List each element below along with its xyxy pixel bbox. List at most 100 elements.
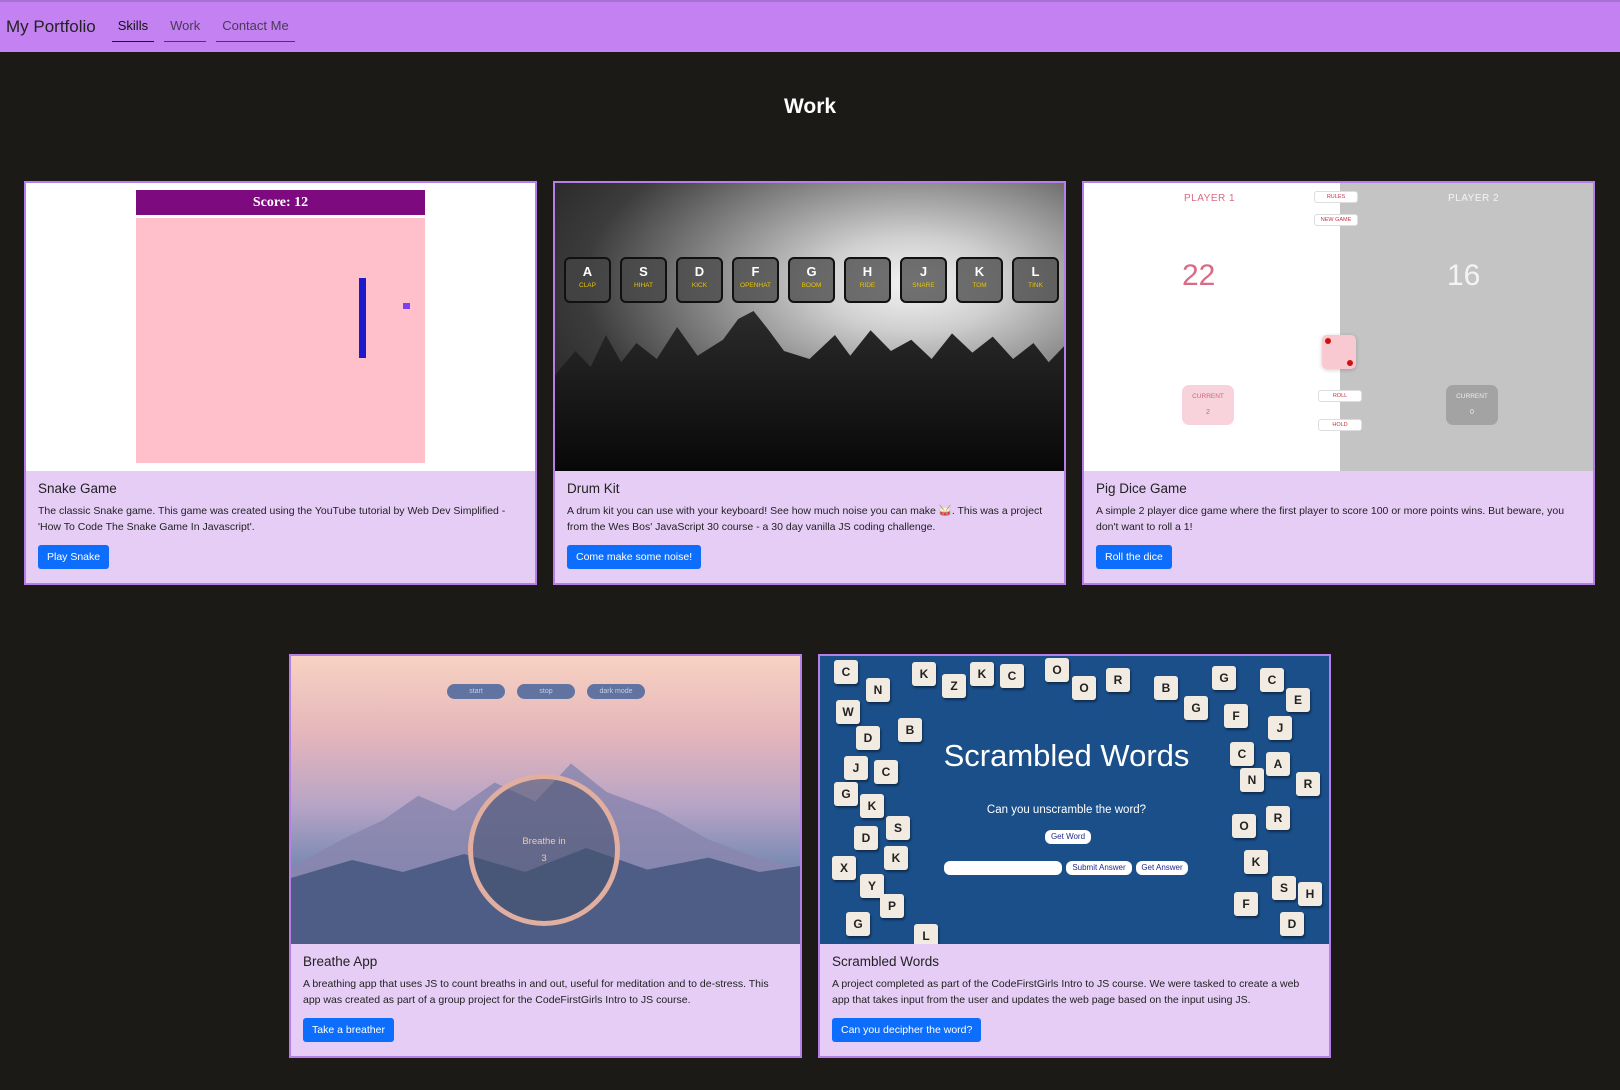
letter-tile: B: [1154, 676, 1178, 700]
player2-label: PLAYER 2: [1448, 193, 1500, 204]
drum-key: A CLAP: [564, 257, 611, 303]
decipher-word-button[interactable]: Can you decipher the word?: [832, 1018, 982, 1042]
player1-score: 22: [1182, 259, 1216, 292]
breathe-circle: Breathe in 3: [468, 774, 620, 926]
roll-button: ROLL: [1318, 390, 1362, 402]
play-snake-button[interactable]: Play Snake: [38, 545, 110, 569]
letter-tile: K: [912, 662, 936, 686]
snake-preview-image: Score: 12: [26, 183, 535, 471]
die: [1322, 335, 1356, 369]
card-title: Breathe App: [303, 954, 378, 969]
drum-kit-button[interactable]: Come make some noise!: [567, 545, 702, 569]
hold-button: HOLD: [1318, 419, 1362, 431]
rules-button: RULES: [1314, 191, 1358, 203]
card-text: The classic Snake game. This game was cr…: [38, 505, 506, 533]
card-title: Pig Dice Game: [1096, 481, 1187, 496]
brand-link[interactable]: My Portfolio: [6, 17, 96, 37]
letter-tile: C: [1260, 668, 1284, 692]
drum-key: S HIHAT: [620, 257, 667, 303]
letter-tile: G: [1184, 696, 1208, 720]
project-card-pig-dice: PLAYER 1 22 CURRENT 2 PLAYER 2 16 CURREN…: [1082, 181, 1595, 585]
letter-tile: K: [884, 846, 908, 870]
letter-tile: D: [1280, 912, 1304, 936]
letter-tile: C: [834, 660, 858, 684]
section-title: Work: [783, 95, 837, 118]
card-text: A simple 2 player dice game where the fi…: [1096, 505, 1565, 533]
project-card-snake: Score: 12 Snake Game The classic Snake g…: [24, 181, 537, 585]
player2-score: 16: [1447, 259, 1481, 292]
player2-panel: PLAYER 2 16 CURRENT 0: [1340, 183, 1593, 471]
letter-tile: O: [1045, 658, 1069, 682]
dark-mode-button: dark mode: [587, 684, 645, 699]
navbar: My Portfolio Skills Work Contact Me: [0, 0, 1620, 52]
letter-tile: G: [846, 912, 870, 936]
get-answer-button: Get Answer: [1136, 861, 1188, 875]
letter-tile: C: [1000, 664, 1024, 688]
player1-panel: PLAYER 1 22 CURRENT 2: [1084, 183, 1340, 471]
drum-key: D KICK: [676, 257, 723, 303]
letter-tile: J: [1268, 716, 1292, 740]
drum-kit-preview-image: A CLAP S HIHAT D KICK F OPENHAT G BOOM H RIDE …: [555, 183, 1064, 471]
letter-tile: N: [866, 678, 890, 702]
card-title: Scrambled Words: [832, 954, 940, 969]
letter-tile: X: [832, 856, 856, 880]
letter-tile: R: [1106, 668, 1130, 692]
drum-key: L TINK: [1012, 257, 1059, 303]
project-card-scrambled-words: C N K Z K C O O R B G C E W D B G F J J …: [818, 654, 1331, 1058]
snake-score: Score: 12: [136, 190, 425, 215]
letter-tile: F: [1224, 704, 1248, 728]
scrambled-words-preview-image: C N K Z K C O O R B G C E W D B G F J J …: [820, 656, 1329, 944]
card-text: A project completed as part of the CodeF…: [832, 978, 1300, 1006]
letter-tile: S: [886, 816, 910, 840]
new-game-button: NEW GAME: [1314, 214, 1358, 226]
card-title: Snake Game: [38, 481, 117, 496]
player1-current: CURRENT 2: [1182, 385, 1234, 425]
letter-tile: K: [1244, 850, 1268, 874]
scrambled-question: Can you unscramble the word?: [986, 804, 1147, 816]
snake-food: [403, 303, 410, 309]
snake-body: [359, 278, 366, 358]
get-word-button: Get Word: [1045, 830, 1091, 844]
letter-tile: E: [1286, 688, 1310, 712]
breathe-preview-image: start stop dark mode Breathe in 3: [291, 656, 800, 944]
card-title: Drum Kit: [567, 481, 620, 496]
stop-button: stop: [517, 684, 575, 699]
drum-keys: A CLAP S HIHAT D KICK F OPENHAT G BOOM H RIDE …: [564, 257, 1064, 303]
letter-tile: Z: [942, 674, 966, 698]
player2-current: CURRENT 0: [1446, 385, 1498, 425]
drum-key: G BOOM: [788, 257, 835, 303]
project-card-drum-kit: A CLAP S HIHAT D KICK F OPENHAT G BOOM H RIDE …: [553, 181, 1066, 585]
card-text: A breathing app that uses JS to count br…: [303, 978, 769, 1006]
project-card-breathe: start stop dark mode Breathe in 3 Breath…: [289, 654, 802, 1058]
letter-tile: D: [854, 826, 878, 850]
nav-link-work[interactable]: Work: [164, 12, 207, 42]
letter-tile: O: [1072, 676, 1096, 700]
letter-tile: W: [836, 700, 860, 724]
answer-input: [944, 861, 1062, 875]
letter-tile: F: [1234, 892, 1258, 916]
letter-tile: H: [1298, 882, 1322, 906]
drum-key: H RIDE: [844, 257, 891, 303]
letter-tile: G: [1212, 666, 1236, 690]
start-button: start: [447, 684, 505, 699]
card-text: A drum kit you can use with your keyboar…: [567, 505, 1043, 533]
letter-tile: O: [1232, 814, 1256, 838]
take-a-breather-button[interactable]: Take a breather: [303, 1018, 394, 1042]
nav-link-skills[interactable]: Skills: [111, 12, 155, 42]
letter-tile: G: [834, 782, 858, 806]
drum-key: J SNARE: [900, 257, 947, 303]
nav-link-contact[interactable]: Contact Me: [216, 12, 295, 42]
letter-tile: R: [1296, 772, 1320, 796]
scrambled-title: Scrambled Words: [943, 738, 1190, 773]
pig-dice-preview-image: PLAYER 1 22 CURRENT 2 PLAYER 2 16 CURREN…: [1084, 183, 1593, 471]
submit-answer-button: Submit Answer: [1066, 861, 1132, 875]
crowd-silhouette: [555, 311, 1064, 471]
letter-tile: S: [1272, 876, 1296, 900]
snake-board: [136, 218, 425, 463]
player1-label: PLAYER 1: [1184, 193, 1236, 204]
drum-key: F OPENHAT: [732, 257, 779, 303]
letter-tile: L: [914, 924, 938, 944]
letter-tile: K: [970, 662, 994, 686]
roll-the-dice-button[interactable]: Roll the dice: [1096, 545, 1172, 569]
letter-tile: P: [880, 894, 904, 918]
